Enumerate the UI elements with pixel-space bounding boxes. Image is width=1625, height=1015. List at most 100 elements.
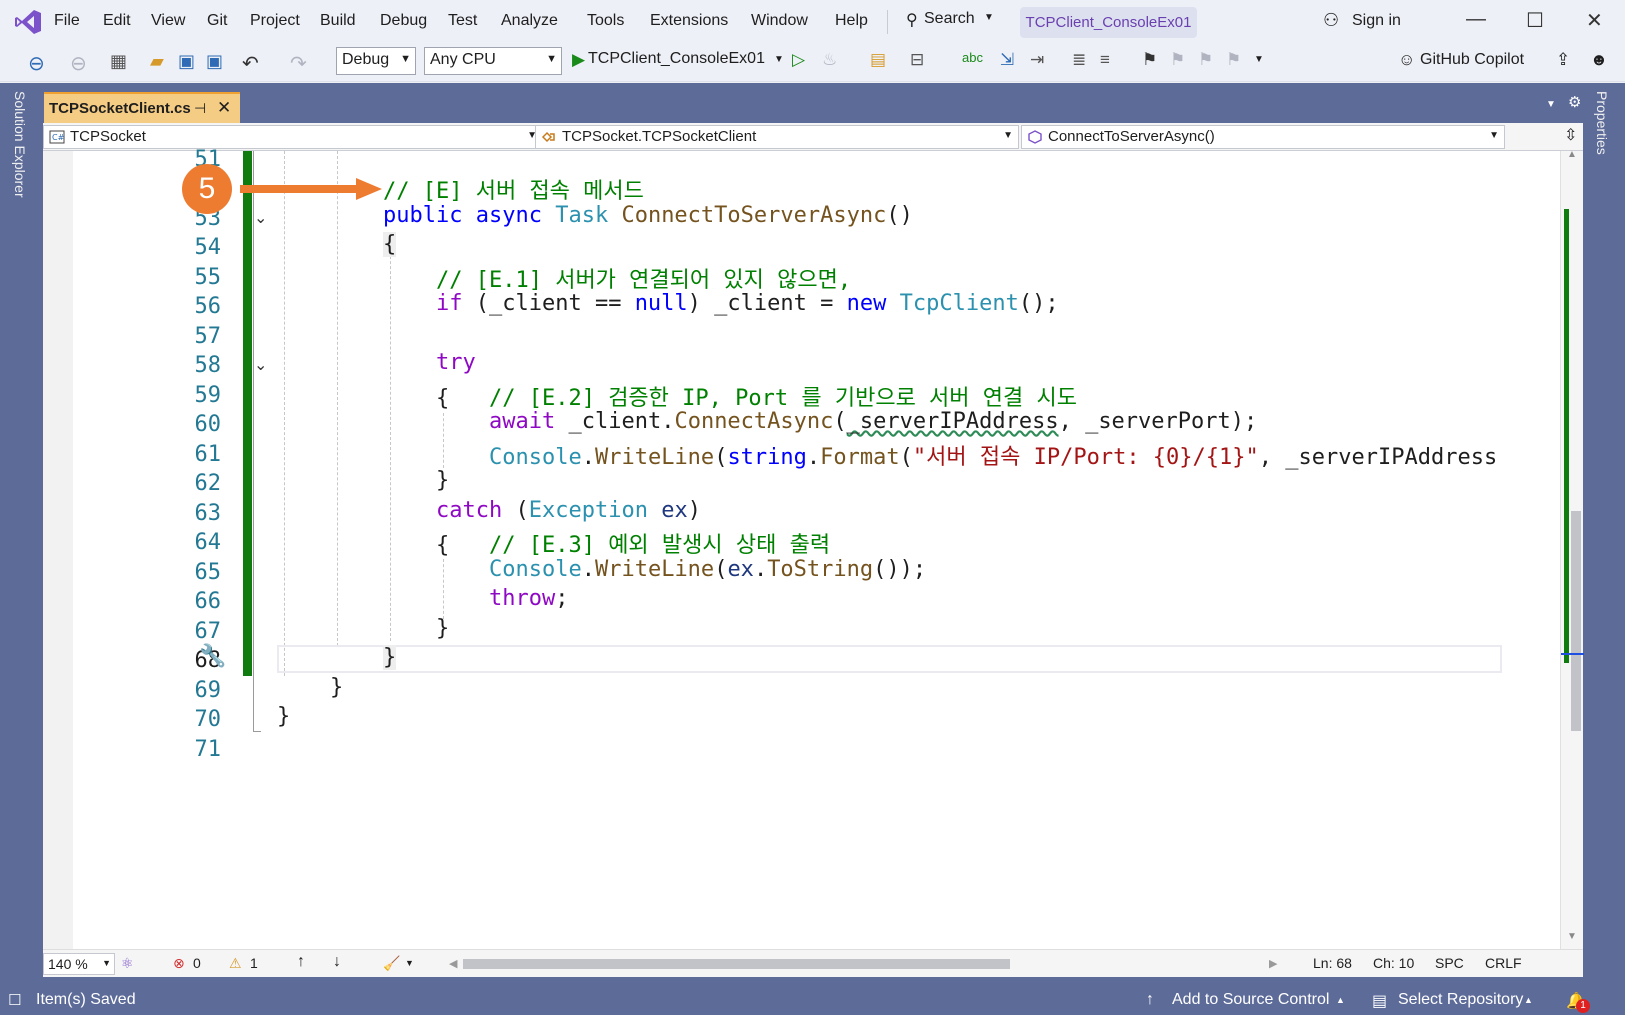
menu-edit[interactable]: Edit [103,12,131,30]
scroll-up-icon[interactable]: ▲ [1567,149,1577,160]
solution-explorer-tab[interactable]: Solution Explorer [12,91,28,198]
brace: } [436,468,450,493]
comment: // [E.2] 검증한 IP, Port 를 기반으로 서버 연결 시도 [488,386,1077,411]
warning-icon[interactable]: ⚠ [229,955,242,972]
next-bookmark-icon[interactable]: ⚑ [1198,50,1213,70]
navigate-back-icon[interactable]: ⊖ [28,51,50,75]
outdent-icon[interactable]: ≡ [1100,50,1110,70]
undo-icon[interactable]: ↶ [242,51,264,75]
scroll-left-icon[interactable]: ◀ [449,957,457,970]
minimize-icon[interactable]: — [1466,8,1486,31]
menu-build[interactable]: Build [320,12,356,30]
horizontal-scrollbar-thumb[interactable] [463,959,1010,969]
start-without-debugging-icon[interactable]: ▷ [792,50,805,70]
new-project-icon[interactable]: ▦ [110,51,132,73]
visual-studio-logo-icon[interactable] [14,8,42,36]
prev-bookmark-icon[interactable]: ⚑ [1170,50,1185,70]
menu-view[interactable]: View [151,12,185,30]
status-message: Item(s) Saved [36,991,136,1008]
maximize-icon[interactable]: ☐ [1526,8,1544,33]
zoom-value: 140 % [48,956,88,972]
collapse-try-icon[interactable]: ⌄ [254,355,267,375]
feedback-icon[interactable]: ☻ [1590,50,1608,70]
scrollbar-thumb[interactable] [1571,511,1581,731]
line-number: 60 [194,412,222,437]
next-issue-icon[interactable]: ↓ [333,953,341,971]
scroll-down-icon[interactable]: ▼ [1567,931,1577,942]
warning-count[interactable]: 1 [250,955,258,971]
toolbar-overflow-icon[interactable]: ▼ [1254,54,1264,65]
save-all-icon[interactable]: ▣ [206,51,228,73]
zoom-dropdown[interactable]: 140 % ▼ [43,953,115,975]
chevron-down-icon[interactable]: ▼ [405,958,414,968]
scroll-right-icon[interactable]: ▶ [1269,957,1277,970]
collapse-method-icon[interactable]: ⌄ [254,208,267,228]
step-into-icon[interactable]: ⇲ [1000,50,1014,70]
current-line-highlight [277,645,1502,673]
open-folder-icon[interactable]: ▰ [150,51,172,73]
account-icon[interactable]: ⚇ [1323,10,1339,31]
clear-bookmarks-icon[interactable]: ⚑ [1226,50,1241,70]
sign-in-link[interactable]: Sign in [1352,12,1401,30]
share-icon[interactable]: ⇪ [1556,50,1570,70]
menu-project[interactable]: Project [250,12,300,30]
menu-tools[interactable]: Tools [587,12,624,30]
vertical-scrollbar[interactable]: ▲ ▼ [1560,149,1584,949]
code-editor[interactable]: 51 52 53 54 55 56 57 58 59 60 61 62 63 6… [43,147,1583,949]
layout-icon[interactable]: ⊟ [910,50,924,70]
structure-guide [443,413,444,468]
previous-issue-icon[interactable]: ↑ [297,953,305,971]
member-dropdown[interactable]: ConnectToServerAsync() ▼ [1021,125,1505,149]
bookmark-icon[interactable]: ⚑ [1142,50,1157,70]
error-count[interactable]: 0 [193,955,201,971]
chevron-up-icon[interactable]: ▲ [1524,995,1533,1005]
quick-actions-icon[interactable]: 🔧 [199,643,226,669]
line-indicator[interactable]: Ln: 68 [1313,955,1352,971]
chevron-down-icon[interactable]: ▼ [774,54,784,65]
menu-file[interactable]: File [54,12,80,30]
menu-extensions[interactable]: Extensions [650,12,728,30]
tab-list-icon[interactable]: ▼ [1546,99,1556,110]
chevron-up-icon[interactable]: ▲ [1336,995,1345,1005]
line-ending-indicator[interactable]: CRLF [1485,955,1522,971]
code-text: _client. [555,409,675,434]
document-tab[interactable]: TCPSocketClient.cs ⊣ ✕ [44,92,240,123]
split-window-icon[interactable]: ⇳ [1564,125,1577,145]
github-copilot-button[interactable]: GitHub Copilot [1420,51,1524,69]
add-to-source-control-button[interactable]: Add to Source Control [1172,991,1329,1009]
menu-git[interactable]: Git [207,12,227,30]
start-debugging-icon[interactable]: ▶ [572,50,585,70]
type-dropdown[interactable]: TCPSocket.TCPSocketClient ▼ [535,125,1019,149]
whitespace-indicator[interactable]: SPC [1435,955,1464,971]
properties-tab[interactable]: Properties [1594,91,1610,155]
menu-analyze[interactable]: Analyze [501,12,558,30]
pin-icon[interactable]: ⊣ [194,100,206,117]
menu-window[interactable]: Window [751,12,808,30]
select-repository-button[interactable]: Select Repository [1398,991,1523,1009]
navigate-forward-icon[interactable]: ⊖ [70,51,92,75]
close-tab-icon[interactable]: ✕ [217,98,231,118]
solution-explorer-toolbar-icon[interactable]: ▤ [870,50,886,70]
structure-guide [337,151,338,646]
menu-debug[interactable]: Debug [380,12,427,30]
step-over-icon[interactable]: ⇥ [1030,50,1044,70]
error-icon[interactable]: ⊗ [173,955,185,972]
indent-icon[interactable]: ≣ [1072,50,1086,70]
code-cleanup-icon[interactable]: 🧹 [383,955,400,972]
save-icon[interactable]: ▣ [178,51,200,73]
gear-icon[interactable]: ⚙ [1568,93,1581,111]
menu-test[interactable]: Test [448,12,477,30]
column-indicator[interactable]: Ch: 10 [1373,955,1414,971]
close-window-icon[interactable]: ✕ [1586,8,1603,33]
warning-squiggle[interactable]: _serverIPAddress [847,409,1059,434]
platform-select[interactable]: Any CPU ▼ [424,47,562,75]
intellicode-icon[interactable]: ⚛ [121,955,134,972]
project-dropdown[interactable]: C# TCPSocket ▼ [43,125,543,149]
copilot-icon[interactable]: ☺ [1398,50,1415,70]
menu-help[interactable]: Help [835,12,868,30]
redo-icon[interactable]: ↷ [290,51,312,75]
start-debugging-button[interactable]: TCPClient_ConsoleEx01 [588,50,765,68]
configuration-select[interactable]: Debug ▼ [336,47,416,75]
spell-check-icon[interactable]: abc [962,50,983,65]
hot-reload-icon[interactable]: ♨ [822,50,837,70]
